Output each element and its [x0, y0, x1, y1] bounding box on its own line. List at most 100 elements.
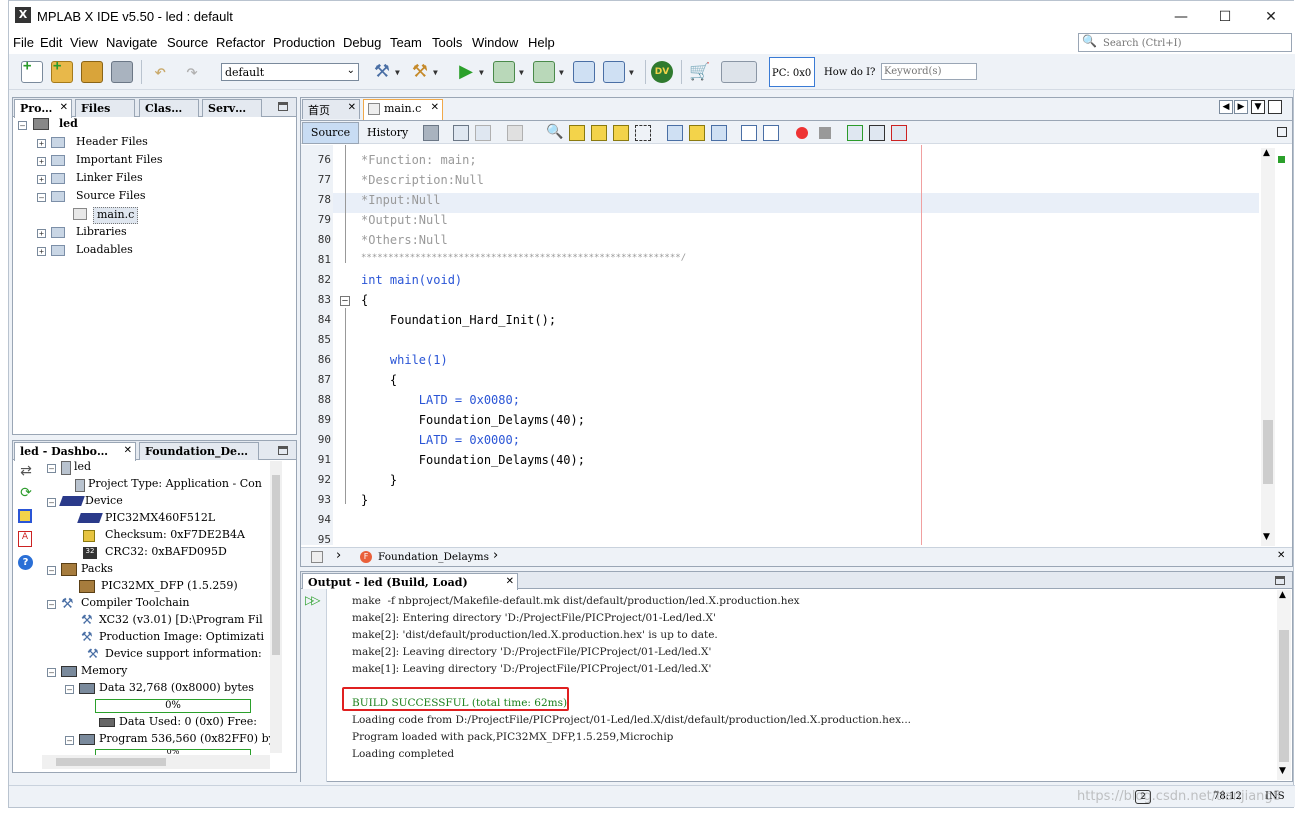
- collapse-icon[interactable]: –: [47, 498, 56, 507]
- history-tab[interactable]: History: [367, 126, 408, 139]
- expand-icon[interactable]: +: [37, 157, 46, 166]
- close-tab-icon[interactable]: ✕: [124, 445, 132, 456]
- clean-build-icon[interactable]: ⚒: [409, 61, 431, 83]
- menu-view[interactable]: View: [70, 35, 98, 50]
- next-bookmark-icon[interactable]: [689, 125, 705, 141]
- run-icon[interactable]: ▶: [455, 61, 477, 83]
- tab-main-c[interactable]: main.c ✕: [363, 99, 443, 120]
- scroll-right-icon[interactable]: ▶: [1234, 100, 1248, 114]
- selection-icon[interactable]: [635, 125, 651, 141]
- help-icon[interactable]: ?: [18, 555, 33, 570]
- split-icon[interactable]: [1277, 127, 1287, 137]
- menu-navigate[interactable]: Navigate: [106, 35, 157, 50]
- refresh-icon[interactable]: ⇄: [18, 463, 34, 479]
- debug-run-icon[interactable]: [603, 61, 625, 83]
- tree-item-linker-files[interactable]: Linker Files: [76, 171, 143, 188]
- tab-classes[interactable]: Clas…: [139, 99, 199, 117]
- menu-tools[interactable]: Tools: [432, 35, 462, 50]
- cart-icon[interactable]: 🛒: [689, 61, 711, 83]
- close-tab-icon[interactable]: ✕: [348, 102, 356, 113]
- expand-icon[interactable]: +: [37, 247, 46, 256]
- close-button[interactable]: ✕: [1249, 5, 1293, 29]
- minimize-button[interactable]: —: [1159, 5, 1203, 29]
- comment-icon[interactable]: [869, 125, 885, 141]
- collapse-icon[interactable]: –: [65, 685, 74, 694]
- sync-icon[interactable]: ⟳: [18, 485, 34, 501]
- search-box[interactable]: 🔍: [1078, 33, 1292, 52]
- dv-icon[interactable]: DV: [651, 61, 673, 83]
- toggle-highlight-icon[interactable]: [613, 125, 629, 141]
- close-tab-icon[interactable]: ✕: [431, 102, 439, 113]
- minimize-panel-icon[interactable]: [278, 102, 288, 111]
- uncomment-icon[interactable]: [891, 125, 907, 141]
- menu-file[interactable]: File: [13, 35, 34, 50]
- menu-debug[interactable]: Debug: [343, 35, 381, 50]
- collapse-icon[interactable]: –: [47, 668, 56, 677]
- scroll-down-icon[interactable]: ▼: [1279, 766, 1286, 776]
- tab-output[interactable]: Output - led (Build, Load) ✕: [302, 573, 518, 590]
- menu-refactor[interactable]: Refactor: [216, 35, 265, 50]
- rerun-icon[interactable]: ▷▷: [305, 593, 321, 607]
- scroll-down-icon[interactable]: ▼: [1263, 532, 1270, 542]
- find-icon[interactable]: 🔍: [546, 124, 563, 140]
- expand-icon[interactable]: +: [37, 175, 46, 184]
- find-prev-icon[interactable]: [569, 125, 585, 141]
- tab-files[interactable]: Files: [75, 99, 135, 117]
- minimize-panel-icon[interactable]: [1275, 576, 1285, 585]
- close-project-icon[interactable]: [111, 61, 133, 83]
- check-icon[interactable]: [847, 125, 863, 141]
- program-device-icon[interactable]: [493, 61, 515, 83]
- collapse-icon[interactable]: –: [47, 464, 56, 473]
- minimize-panel-icon[interactable]: [278, 446, 288, 455]
- maximize-button[interactable]: ☐: [1203, 5, 1247, 29]
- build-hammer-icon[interactable]: ⚒: [371, 61, 393, 83]
- pdf-icon[interactable]: A: [18, 531, 32, 547]
- config-select[interactable]: default ⌄: [221, 63, 359, 81]
- tree-root-led[interactable]: led: [59, 117, 78, 134]
- code-area[interactable]: 76 *Function: main; 77 *Description:Null…: [301, 153, 1259, 547]
- new-project-icon[interactable]: +: [51, 58, 73, 83]
- menu-window[interactable]: Window: [472, 35, 518, 50]
- forward-icon[interactable]: [475, 125, 491, 141]
- menu-source[interactable]: Source: [167, 35, 208, 50]
- shift-right-icon[interactable]: [763, 125, 779, 141]
- undo-icon[interactable]: ↶: [149, 61, 171, 83]
- expand-icon[interactable]: +: [37, 229, 46, 238]
- collapse-icon[interactable]: –: [47, 600, 56, 609]
- output-vscrollbar[interactable]: ▲ ▼: [1277, 590, 1291, 780]
- tab-dashboard[interactable]: led - Dashbo… ✕: [14, 442, 136, 461]
- tree-item-libraries[interactable]: Libraries: [76, 225, 127, 242]
- prev-bookmark-icon[interactable]: [667, 125, 683, 141]
- format-icon[interactable]: [507, 125, 523, 141]
- find-next-icon[interactable]: [591, 125, 607, 141]
- tab-services[interactable]: Serv…: [202, 99, 262, 117]
- tree-item-source-files[interactable]: Source Files: [76, 189, 146, 206]
- collapse-icon[interactable]: –: [47, 566, 56, 575]
- tab-homepage[interactable]: 首页 ✕: [302, 99, 360, 119]
- tab-foundation[interactable]: Foundation_De…: [139, 442, 259, 460]
- menu-production[interactable]: Production: [273, 35, 335, 50]
- network-icon[interactable]: [721, 61, 757, 83]
- dashboard-vscrollbar[interactable]: [270, 461, 282, 753]
- collapse-icon[interactable]: –: [37, 193, 46, 202]
- redo-icon[interactable]: ↷: [181, 61, 203, 83]
- scroll-left-icon[interactable]: ◀: [1219, 100, 1233, 114]
- menu-edit[interactable]: Edit: [40, 35, 62, 50]
- breadcrumb-function[interactable]: Foundation_Delayms: [378, 551, 489, 563]
- scroll-up-icon[interactable]: ▲: [1263, 148, 1270, 158]
- shift-left-icon[interactable]: [741, 125, 757, 141]
- toggle-bookmark-icon[interactable]: [711, 125, 727, 141]
- reset-icon[interactable]: [573, 61, 595, 83]
- tree-item-loadables[interactable]: Loadables: [76, 243, 133, 260]
- source-tab[interactable]: Source: [302, 122, 359, 144]
- close-tab-icon[interactable]: ✕: [506, 576, 514, 587]
- chip-view-icon[interactable]: [18, 509, 32, 523]
- menu-team[interactable]: Team: [390, 35, 422, 50]
- editor-vscrollbar[interactable]: ▲ ▼: [1261, 148, 1275, 546]
- search-input[interactable]: [1103, 36, 1283, 50]
- record-macro-icon[interactable]: [796, 127, 808, 139]
- tab-projects[interactable]: Pro… ✕: [14, 99, 72, 118]
- maximize-editor-icon[interactable]: [1268, 100, 1282, 114]
- menu-help[interactable]: Help: [528, 35, 555, 50]
- last-edit-icon[interactable]: [423, 125, 439, 141]
